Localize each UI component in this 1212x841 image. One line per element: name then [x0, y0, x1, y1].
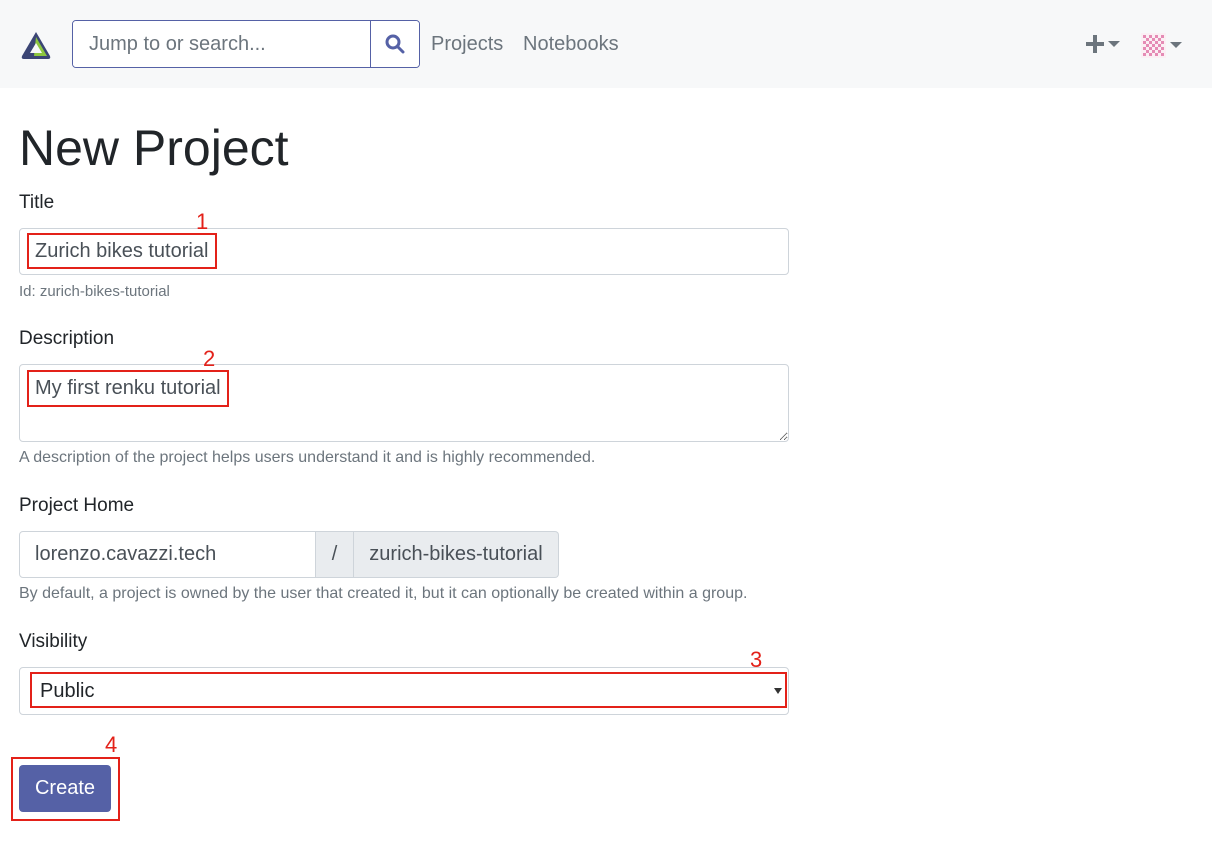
user-menu-dropdown[interactable]: [1141, 32, 1182, 58]
project-namespace-input[interactable]: [19, 531, 316, 578]
description-help-text: A description of the project helps users…: [19, 449, 596, 466]
search-icon: [385, 34, 405, 54]
project-home-label: Project Home: [19, 495, 135, 516]
path-separator: /: [316, 531, 354, 578]
project-slug-addon: zurich-bikes-tutorial: [354, 531, 559, 578]
chevron-down-icon: [774, 688, 782, 694]
description-textarea[interactable]: My first renku tutorial: [19, 364, 789, 442]
search-button[interactable]: [370, 21, 419, 67]
title-id-hint: Id: zurich-bikes-tutorial: [19, 283, 170, 300]
title-input[interactable]: [19, 228, 789, 275]
annotation-number-4: 4: [105, 732, 118, 757]
new-item-dropdown[interactable]: [1086, 32, 1120, 56]
project-home-input-group: / zurich-bikes-tutorial: [19, 531, 559, 578]
visibility-label: Visibility: [19, 631, 88, 652]
visibility-select[interactable]: Public: [32, 674, 786, 708]
chevron-down-icon: [1108, 41, 1120, 47]
title-label: Title: [19, 192, 55, 213]
plus-icon: [1086, 35, 1104, 53]
search-input[interactable]: [73, 21, 370, 67]
nav-link-projects[interactable]: Projects: [431, 32, 503, 56]
search-bar: [72, 20, 420, 68]
create-button[interactable]: Create: [19, 765, 111, 812]
visibility-select-wrapper: Public: [19, 667, 789, 715]
renku-logo-icon[interactable]: [19, 30, 53, 62]
avatar: [1141, 32, 1166, 58]
page-title: New Project: [19, 120, 289, 176]
description-label: Description: [19, 328, 115, 349]
project-home-help-text: By default, a project is owned by the us…: [19, 585, 748, 602]
chevron-down-icon: [1170, 42, 1182, 48]
top-navbar: Projects Notebooks: [0, 0, 1212, 88]
nav-link-notebooks[interactable]: Notebooks: [523, 32, 619, 56]
